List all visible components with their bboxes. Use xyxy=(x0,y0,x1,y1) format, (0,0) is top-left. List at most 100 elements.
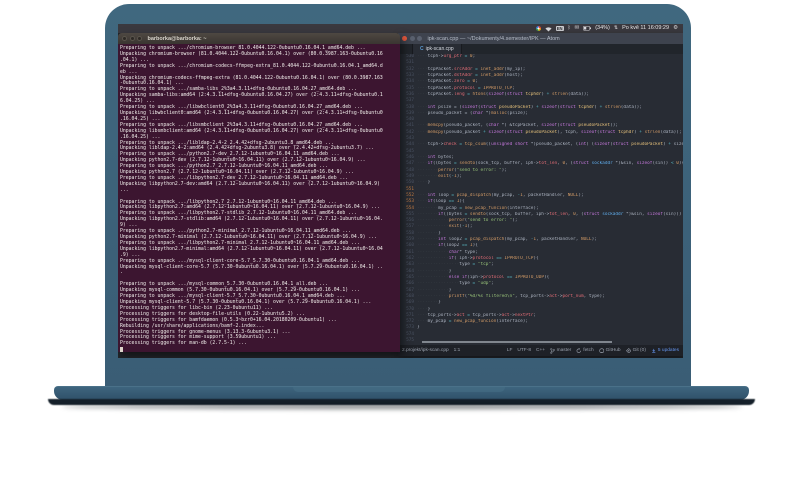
status-item-fetch[interactable]: fetch xyxy=(576,347,594,354)
indent-guide-dots: ········ xyxy=(417,173,439,179)
line-number: 575 xyxy=(406,338,414,344)
terminal-line: Preparing to unpack .../libpython2.7-min… xyxy=(120,240,360,246)
indent-guide-dots: ···· xyxy=(417,192,428,198)
terminal-line: Unpacking libwbclient0:amd64 (2:4.3.11+d… xyxy=(120,110,383,116)
mail-icon[interactable]: ✉ xyxy=(575,24,580,33)
indent-guide-dots: ············ xyxy=(417,293,449,299)
indent-guide-dots: ········ xyxy=(417,167,439,173)
laptop-mockup: EN ᛒ ✉ (34%) ⇅ Po kvě 11 16:09:29 ⚙ ipk-… xyxy=(0,0,800,477)
terminal-line: Preparing to unpack .../chromium-codecs-… xyxy=(120,63,383,69)
indent-guide-dots: ················ xyxy=(417,281,460,287)
terminal-line: Unpacking libsmbclient:amd64 (2:4.3.11+d… xyxy=(120,128,383,134)
software-updater-icon[interactable] xyxy=(535,26,541,31)
file-path[interactable]: 2.projekt/ipk-scan.cpp xyxy=(402,348,449,353)
tab-ipk-scan-cpp[interactable]: C ipk-scan.cpp xyxy=(412,44,462,54)
laptop-base xyxy=(54,386,749,400)
branch-icon xyxy=(550,347,555,354)
atom-window: ipk-scan.cpp — ~/Dokumenty/4.semester/IP… xyxy=(398,33,683,356)
terminal-cursor xyxy=(120,347,123,352)
indent-guide-dots: ···· xyxy=(417,161,428,167)
indent-guide-dots: ···· xyxy=(417,110,428,116)
battery-icon[interactable] xyxy=(583,26,592,31)
indent-guide-dots: ········ xyxy=(417,300,439,306)
terminal-line: Unpacking libpython2.7-stdlib:amd64 (2.7… xyxy=(120,217,383,223)
horizontal-scrollbar[interactable] xyxy=(422,341,612,343)
indent-guide-dots: ···· xyxy=(417,85,428,91)
indent-guide-dots: ············ xyxy=(417,256,449,261)
indent-guide-dots: ···· xyxy=(417,199,428,205)
github-icon xyxy=(599,348,605,354)
git-icon xyxy=(625,347,632,354)
indent-guide-dots: ········ xyxy=(417,230,439,236)
terminal-line: Unpacking chromium-browser (81.0.4044.12… xyxy=(120,51,383,57)
terminal-line: Preparing to unpack .../libsmbclient_2%3… xyxy=(120,122,363,128)
bluetooth-icon[interactable]: ᛒ xyxy=(568,24,571,33)
indent-guide-dots: ···· xyxy=(417,129,428,135)
status-item-github[interactable]: GitHub xyxy=(599,348,621,354)
window-title: barborka@barborka: ~ xyxy=(147,35,207,42)
indent-guide-dots: ···· xyxy=(417,54,428,59)
indent-guide-dots: ···· xyxy=(417,79,428,85)
indent-guide-dots: ············ xyxy=(417,274,449,280)
close-button[interactable] xyxy=(402,36,407,41)
session-gear-icon[interactable]: ⚙ xyxy=(673,24,678,33)
indent-guide-dots: ···· xyxy=(417,142,428,148)
system-top-bar: EN ᛒ ✉ (34%) ⇅ Po kvě 11 16:09:29 ⚙ xyxy=(118,24,683,33)
status-item-lf[interactable]: LF xyxy=(507,348,513,353)
close-button[interactable] xyxy=(122,36,127,41)
status-item-c-[interactable]: C++ xyxy=(536,348,545,353)
clock-indicator[interactable]: Po kvě 11 16:09:29 xyxy=(622,24,669,33)
battery-percentage: (34%) xyxy=(595,25,610,31)
sync-arrows-icon[interactable]: ⇅ xyxy=(614,24,618,33)
atom-status-bar: 2.projekt/ipk-scan.cpp 1:1 LF UTF-8 C++ mas… xyxy=(398,345,683,356)
indent-guide-dots: ···· xyxy=(417,155,428,160)
cursor-position[interactable]: 1:1 xyxy=(454,348,461,353)
terminal-line: Unpacking samba-libs:amd64 (2:4.3.11+dfs… xyxy=(120,93,383,99)
terminal-line: Unpacking mysql-client-5.7 (5.7.30-0ubun… xyxy=(120,299,372,305)
indent-guide-dots: ···· xyxy=(417,104,428,110)
indent-guide-dots: ···· xyxy=(417,66,428,72)
maximize-button[interactable] xyxy=(137,36,142,41)
indent-guide-dots: ···· xyxy=(417,180,428,186)
keyboard-layout-indicator[interactable]: EN xyxy=(555,25,564,32)
terminal-line: Unpacking libpython2.7-dev:amd64 (2.7.12… xyxy=(120,181,380,187)
updates-icon xyxy=(651,348,657,354)
indent-guide-dots: ···· xyxy=(417,312,428,318)
atom-title-bar[interactable]: ipk-scan.cpp — ~/Dokumenty/4.semester/IP… xyxy=(398,33,683,44)
minimize-button[interactable] xyxy=(409,36,415,41)
indent-guide-dots: ········ xyxy=(417,205,439,211)
terminal-title-bar[interactable]: barborka@barborka: ~ xyxy=(118,33,400,44)
wifi-icon[interactable] xyxy=(545,26,552,32)
terminal-output[interactable]: Preparing to unpack .../chromium-browser… xyxy=(118,44,400,352)
status-item-utf-8[interactable]: UTF-8 xyxy=(517,348,531,353)
indent-guide-dots: ········ xyxy=(417,211,439,217)
indent-guide-dots: ···· xyxy=(417,72,428,78)
indent-guide-dots: ···· xyxy=(417,123,428,129)
maximize-button[interactable] xyxy=(417,36,422,41)
terminal-window: barborka@barborka: ~ Preparing to unpack… xyxy=(118,33,400,352)
status-item-master[interactable]: master xyxy=(550,347,571,354)
indent-guide-dots: ········ xyxy=(417,237,439,243)
indent-guide-dots: ············ xyxy=(417,287,449,293)
tab-label: ipk-scan.cpp xyxy=(425,46,454,52)
status-item-5-updates[interactable]: 5 updates xyxy=(651,348,679,354)
indent-guide-dots: ···· xyxy=(417,306,428,312)
indent-guide-dots: ················ xyxy=(417,262,460,268)
indent-guide-dots: ············ xyxy=(417,268,449,274)
sync-icon xyxy=(576,347,582,354)
indent-guide-dots: ···· xyxy=(417,91,428,97)
indent-guide-dots: ········ xyxy=(417,243,439,249)
indent-guide-dots: ···· xyxy=(417,319,428,325)
terminal-line: Unpacking libpython2.7-minimal:amd64 (2.… xyxy=(120,246,383,252)
code-editor[interactable]: 530 ····tcph->urg_ptr = 0; 531 532 ····tcpPa… xyxy=(398,54,683,345)
minimize-button[interactable] xyxy=(129,36,135,41)
indent-guide-dots: ············ xyxy=(417,224,449,230)
laptop-latch-notch xyxy=(293,387,505,392)
indent-guide-dots: ············ xyxy=(417,218,449,224)
laptop-shadow xyxy=(62,404,742,409)
terminal-line: Preparing to unpack .../mysql-client-cor… xyxy=(120,258,360,264)
cpp-file-icon: C xyxy=(420,46,424,52)
window-title: ipk-scan.cpp — ~/Dokumenty/4.semester/IP… xyxy=(427,35,560,42)
status-item-git-0-[interactable]: Git (0) xyxy=(625,347,646,354)
atom-tab-bar: C ipk-scan.cpp xyxy=(398,44,683,54)
